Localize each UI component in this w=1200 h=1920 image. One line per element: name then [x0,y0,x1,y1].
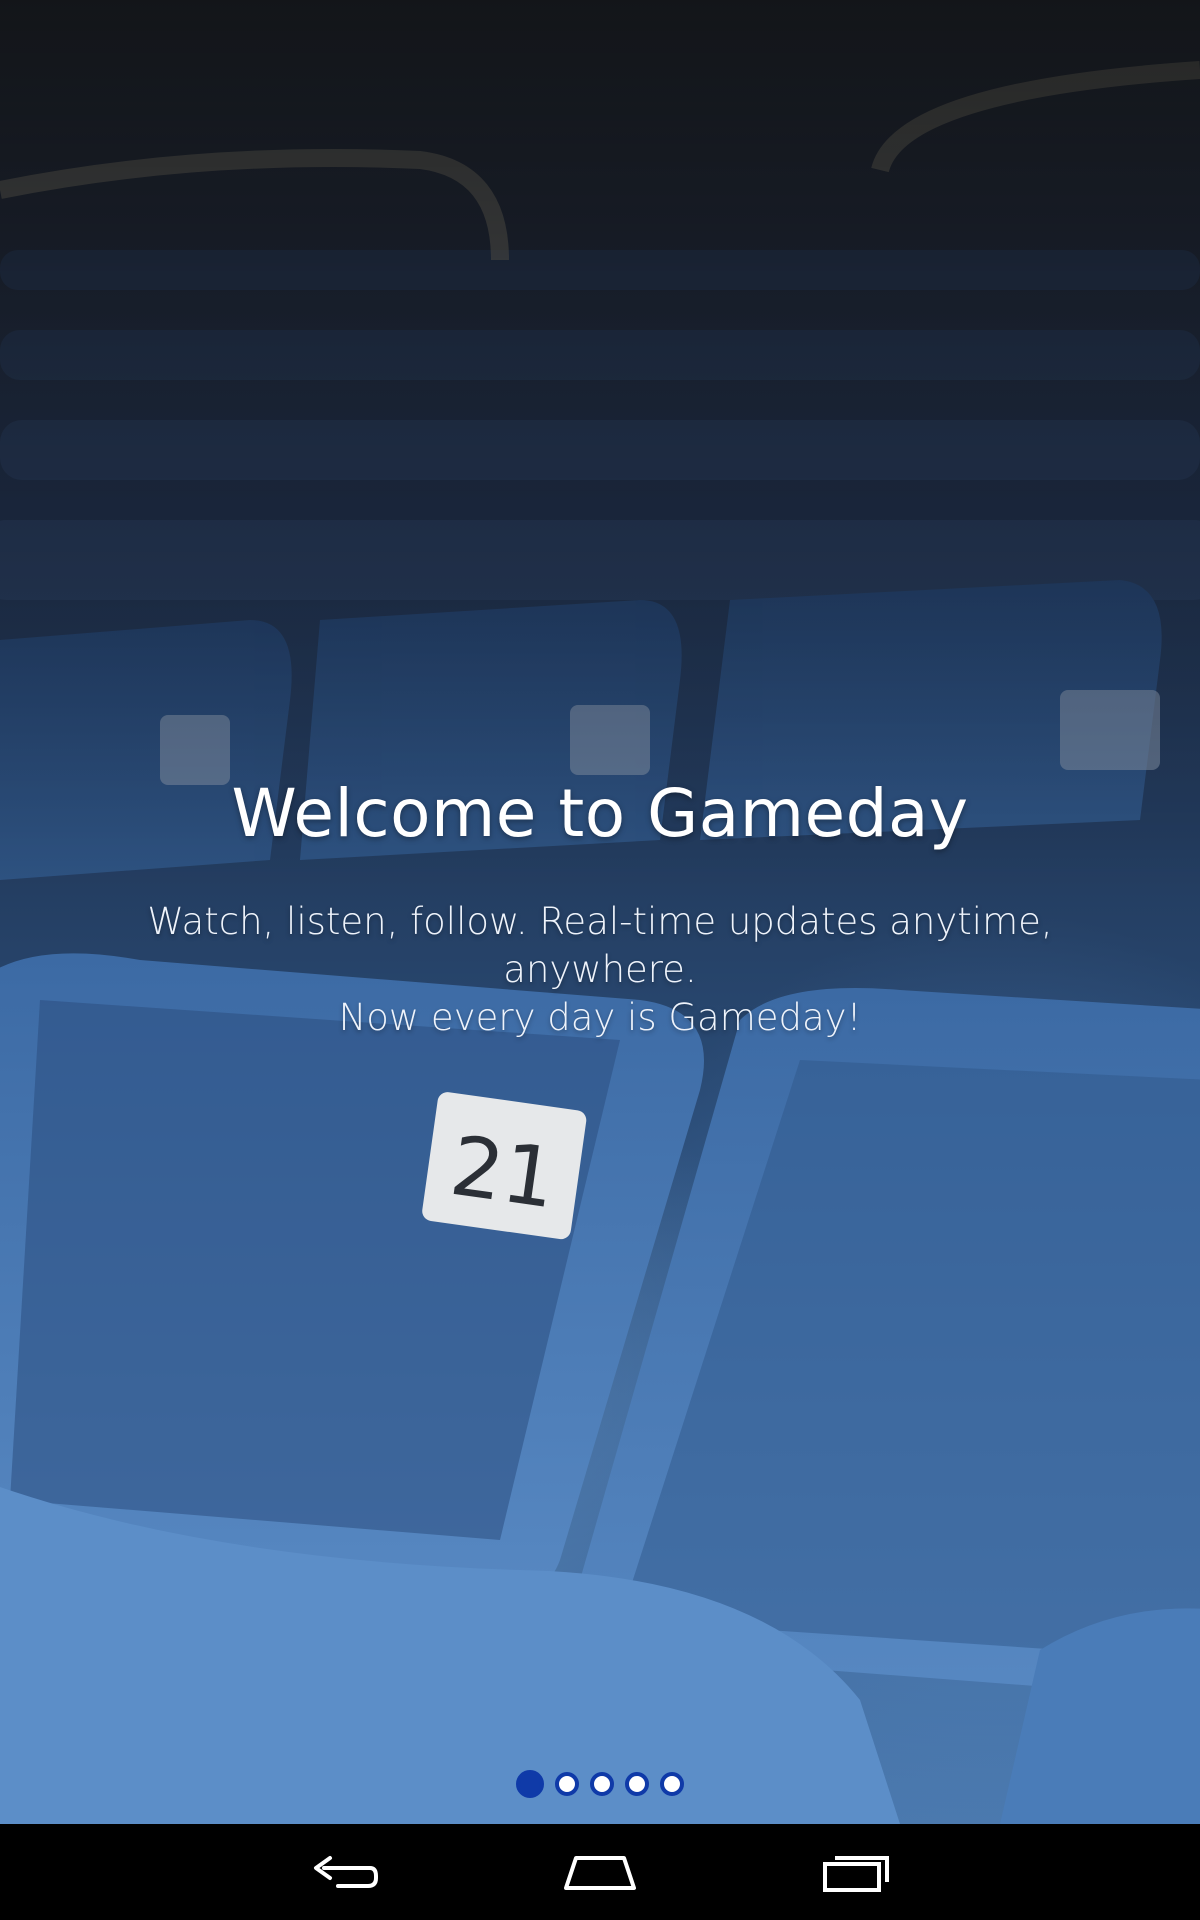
svg-text:21: 21 [445,1119,562,1228]
system-navigation-bar [0,1824,1200,1920]
welcome-subtitle-line-1: Watch, listen, follow. Real-time updates… [147,900,1053,991]
page-dot-3[interactable] [590,1772,614,1796]
page-dot-2[interactable] [555,1772,579,1796]
welcome-subtitle-line-2: Now every day is Gameday! [338,996,862,1039]
page-indicator [0,1770,1200,1798]
page-dot-1-active[interactable] [516,1770,544,1798]
back-icon [314,1856,378,1888]
welcome-subtitle: Watch, listen, follow. Real-time updates… [60,898,1140,1042]
onboarding-screen[interactable]: 21 Welcome to Gameday Watch, listen, fol… [0,0,1200,1824]
home-icon [564,1856,636,1890]
welcome-title: Welcome to Gameday [231,775,969,852]
page-dot-4[interactable] [625,1772,649,1796]
back-button[interactable] [284,1842,404,1902]
page-dot-5[interactable] [660,1772,684,1796]
recent-apps-icon [823,1856,889,1892]
recent-apps-button[interactable] [797,1842,917,1902]
home-button[interactable] [540,1842,660,1902]
